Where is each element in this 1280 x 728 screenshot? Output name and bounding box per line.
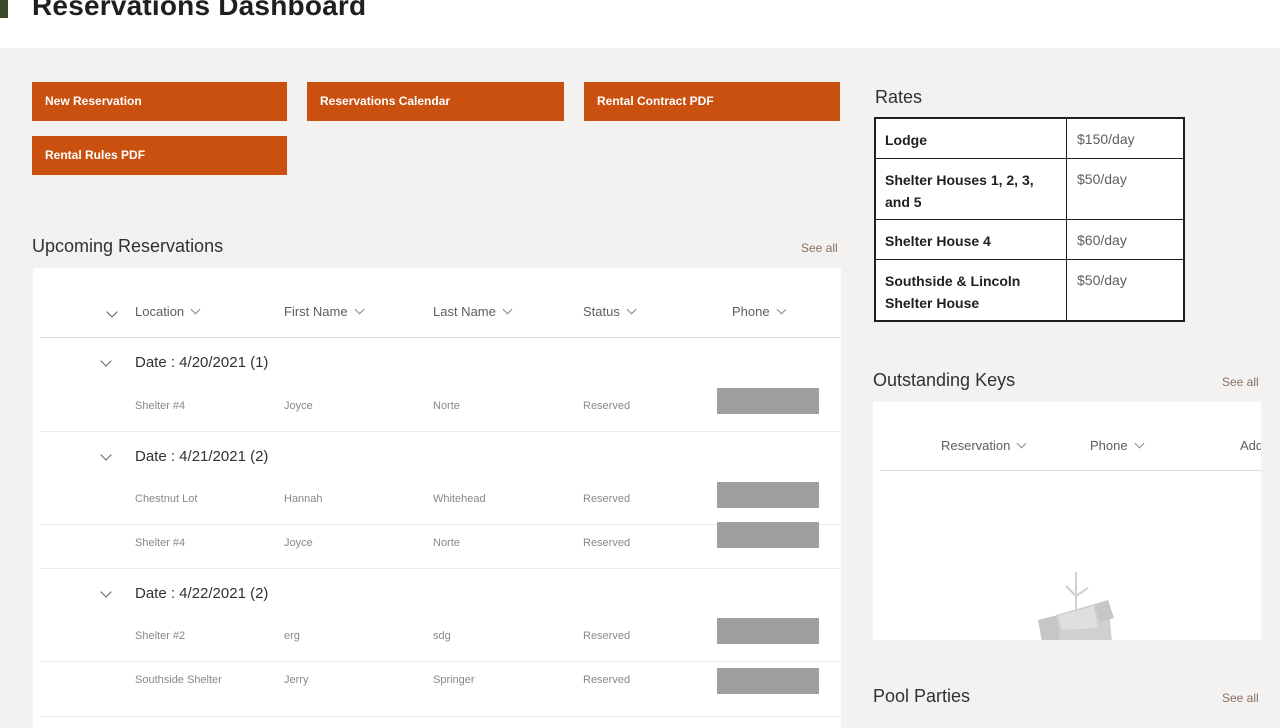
- cell-first-name: Joyce: [284, 537, 313, 549]
- rate-value: $50/day: [1077, 272, 1127, 288]
- column-header-phone[interactable]: Phone: [732, 304, 787, 319]
- cell-first-name: Joyce: [284, 400, 313, 412]
- cell-status: Reserved: [583, 674, 631, 686]
- rental-rules-pdf-button[interactable]: Rental Rules PDF: [32, 136, 287, 175]
- chevron-down-icon: [1134, 438, 1145, 449]
- redacted-phone: [717, 522, 819, 548]
- chevron-down-icon: [1016, 438, 1027, 449]
- rate-value: $150/day: [1077, 131, 1135, 147]
- group-header-label: Date : 4/22/2021 (2): [135, 585, 269, 602]
- reservations-calendar-button[interactable]: Reservations Calendar: [307, 82, 564, 121]
- row-divider: [40, 568, 841, 569]
- cell-location: Shelter #4: [135, 400, 186, 412]
- cell-last-name: Norte: [433, 400, 460, 412]
- row-divider: [40, 431, 841, 432]
- rate-value: $60/day: [1077, 232, 1127, 248]
- column-header-add[interactable]: Add: [1240, 438, 1261, 453]
- list-header-row: Location First Name Last Name Status Pho…: [40, 268, 841, 338]
- rate-name: Lodge: [885, 132, 927, 148]
- pool-parties-title: Pool Parties: [873, 686, 971, 706]
- cell-last-name: sdg: [433, 630, 451, 642]
- column-header-phone[interactable]: Phone: [1090, 438, 1145, 453]
- cell-location: Chestnut Lot: [135, 493, 198, 505]
- rates-title: Rates: [875, 87, 923, 107]
- rate-name: Southside & Lincoln Shelter House: [885, 273, 1021, 311]
- chevron-down-icon: [626, 304, 637, 315]
- rate-name: Shelter House 4: [885, 233, 991, 249]
- rate-row: Lodge $150/day: [876, 119, 1183, 158]
- group-toggle-chevron-icon[interactable]: [100, 355, 112, 367]
- column-header-reservation[interactable]: Reservation: [941, 438, 1027, 453]
- cell-status: Reserved: [583, 400, 631, 412]
- chevron-down-icon: [776, 304, 787, 315]
- group-toggle-chevron-icon[interactable]: [100, 586, 112, 598]
- outstanding-keys-see-all-link[interactable]: See all: [1222, 375, 1259, 389]
- cell-first-name: Jerry: [284, 674, 309, 686]
- rate-row: Shelter Houses 1, 2, 3, and 5 $50/day: [876, 158, 1183, 220]
- cell-last-name: Whitehead: [433, 493, 486, 505]
- cell-last-name: Norte: [433, 537, 460, 549]
- empty-box-illustration: [1038, 572, 1114, 640]
- rate-name: Shelter Houses 1, 2, 3, and 5: [885, 172, 1034, 210]
- cell-status: Reserved: [583, 493, 631, 505]
- rate-row: Shelter House 4 $60/day: [876, 219, 1183, 259]
- cell-location: Southside Shelter: [135, 674, 222, 686]
- cell-location: Shelter #2: [135, 630, 186, 642]
- cell-first-name: erg: [284, 630, 300, 642]
- chevron-down-icon: [502, 304, 513, 315]
- rates-table: Lodge $150/day Shelter Houses 1, 2, 3, a…: [874, 117, 1185, 322]
- page-title: Reservations Dashboard: [32, 0, 367, 21]
- new-reservation-button[interactable]: New Reservation: [32, 82, 287, 121]
- group-header-label: Date : 4/21/2021 (2): [135, 448, 269, 465]
- column-header-last-name[interactable]: Last Name: [433, 304, 513, 319]
- column-header-first-name[interactable]: First Name: [284, 304, 365, 319]
- list-header-row: Reservation Phone Add: [880, 402, 1261, 471]
- redacted-phone: [717, 618, 819, 644]
- cell-first-name: Hannah: [284, 493, 323, 505]
- upcoming-reservations-list: Location First Name Last Name Status Pho…: [33, 268, 841, 728]
- column-header-status[interactable]: Status: [583, 304, 637, 319]
- page-header: Reservations Dashboard: [0, 0, 1280, 48]
- chevron-down-icon: [190, 304, 201, 315]
- rate-row: Southside & Lincoln Shelter House $50/da…: [876, 259, 1183, 321]
- cell-status: Reserved: [583, 537, 631, 549]
- column-header-location[interactable]: Location: [135, 304, 201, 319]
- rental-contract-pdf-button[interactable]: Rental Contract PDF: [584, 82, 840, 121]
- cell-location: Shelter #4: [135, 537, 186, 549]
- outstanding-keys-title: Outstanding Keys: [873, 370, 1016, 390]
- row-divider: [40, 661, 841, 662]
- cell-last-name: Springer: [433, 674, 475, 686]
- upcoming-see-all-link[interactable]: See all: [801, 241, 838, 255]
- site-logo[interactable]: [0, 0, 8, 18]
- pool-parties-see-all-link[interactable]: See all: [1222, 691, 1259, 705]
- upcoming-reservations-title: Upcoming Reservations: [32, 236, 224, 256]
- group-header-label: Date : 4/20/2021 (1): [135, 354, 269, 371]
- collapse-all-chevron-icon[interactable]: [106, 306, 118, 318]
- redacted-phone: [717, 388, 819, 414]
- redacted-phone: [717, 482, 819, 508]
- outstanding-keys-list: Reservation Phone Add: [873, 402, 1261, 640]
- row-divider: [40, 716, 841, 717]
- group-toggle-chevron-icon[interactable]: [100, 449, 112, 461]
- cell-status: Reserved: [583, 630, 631, 642]
- chevron-down-icon: [354, 304, 365, 315]
- redacted-phone: [717, 668, 819, 694]
- rate-value: $50/day: [1077, 171, 1127, 187]
